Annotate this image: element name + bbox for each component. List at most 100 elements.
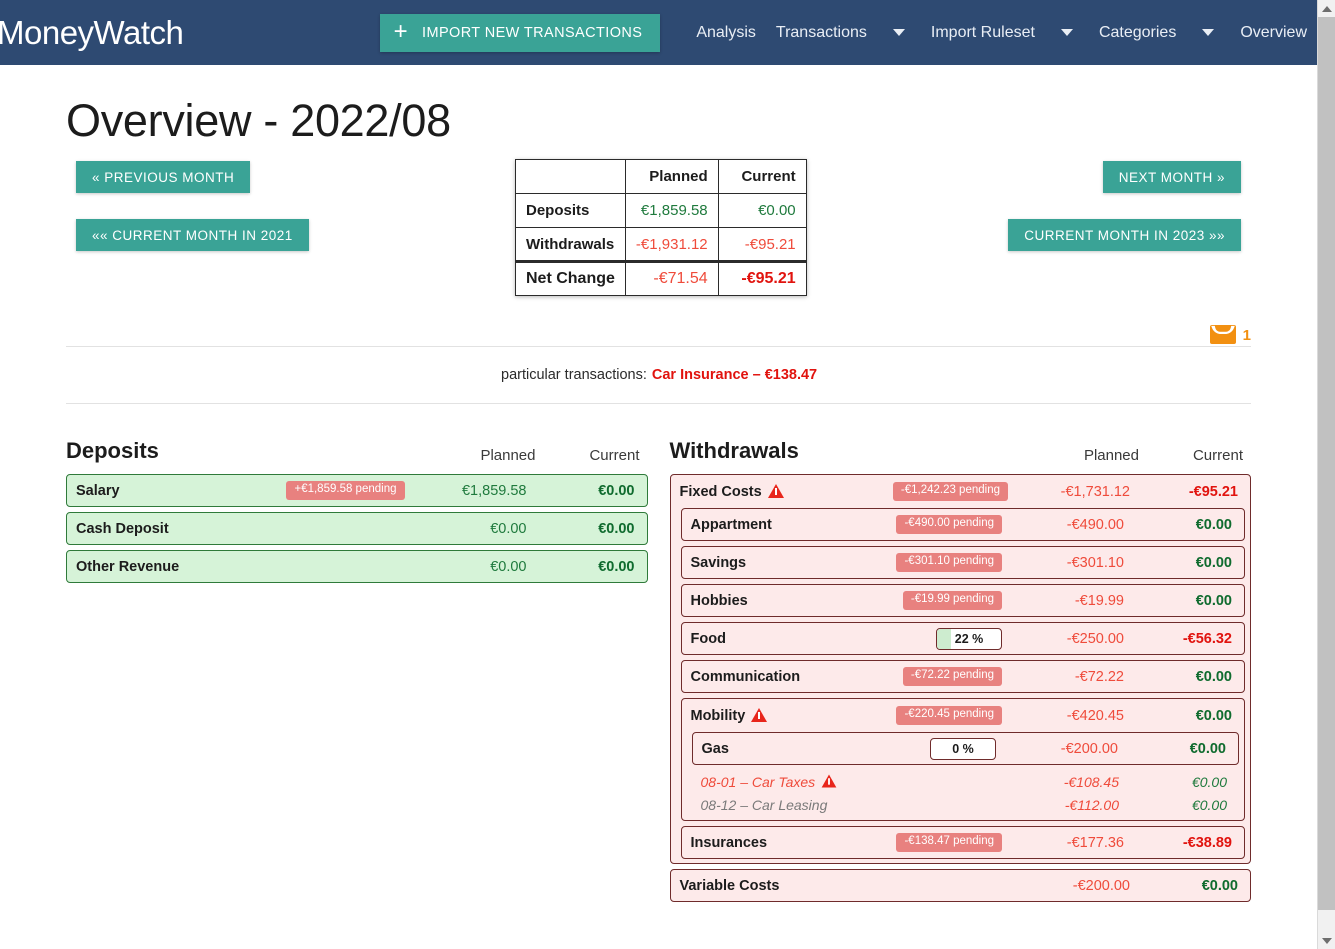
deposits-header: Deposits Planned Current [66, 424, 648, 464]
withdrawal-current-gas: €0.00 [1189, 740, 1226, 757]
withdrawal-planned-hobbies: -€19.99 [1074, 592, 1124, 609]
withdrawals-col-planned: Planned [1083, 447, 1139, 464]
chevron-down-icon-categories[interactable] [1202, 29, 1215, 36]
mail-count-badge: 1 [1242, 327, 1251, 344]
summary-label-withdrawals: Withdrawals [515, 227, 626, 262]
badge-wrap-fixed-costs: -€1,242.23 pending [784, 482, 1018, 501]
withdrawals-title: Withdrawals [669, 438, 799, 463]
chevron-down-icon [1322, 937, 1332, 944]
deposit-current-other-revenue: €0.00 [598, 558, 635, 575]
withdrawal-row-mobility[interactable]: Mobility -€220.45 pending -€420.45 €0.00 [682, 699, 1245, 732]
month-navigation-row: « PREVIOUS MONTH «« CURRENT MONTH IN 202… [0, 159, 1317, 321]
particular-transactions-row: particular transactions: Car Insurance –… [66, 347, 1251, 404]
chevron-down-icon-import-ruleset[interactable] [1060, 29, 1073, 36]
withdrawal-name-communication: Communication [690, 668, 801, 685]
vertical-scrollbar[interactable] [1317, 0, 1335, 949]
next-month-button[interactable]: NEXT MONTH » [1102, 161, 1241, 193]
withdrawal-planned-food: -€250.00 [1066, 630, 1124, 647]
summary-label-deposits: Deposits [515, 193, 626, 228]
withdrawal-current-appartment: €0.00 [1195, 516, 1232, 533]
withdrawal-row-fixed-costs[interactable]: Fixed Costs -€1,242.23 pending -€1,731.1… [671, 475, 1251, 508]
pending-badge: -€301.10 pending [896, 553, 1002, 572]
nav-item-categories[interactable]: Categories [1089, 24, 1186, 42]
withdrawal-planned-mobility: -€420.45 [1066, 707, 1124, 724]
summary-label-net-change: Net Change [515, 260, 626, 296]
withdrawal-row-communication[interactable]: Communication -€72.22 pending -€72.22 €0… [680, 660, 1245, 693]
scroll-up-button[interactable] [1318, 0, 1335, 17]
deposit-planned-salary: €1,859.58 [461, 482, 527, 499]
import-button-label: IMPORT NEW TRANSACTIONS [422, 24, 643, 41]
transaction-planned-car-leasing: -€112.00 [1064, 796, 1119, 813]
deposit-name-salary: Salary [76, 482, 120, 499]
import-new-transactions-button[interactable]: + IMPORT NEW TRANSACTIONS [379, 13, 661, 52]
summary-row-withdrawals: Withdrawals -€1,931.12 -€95.21 [515, 227, 807, 262]
withdrawal-planned-savings: -€301.10 [1066, 554, 1124, 571]
summary-row-deposits: Deposits €1,859.58 €0.00 [515, 193, 807, 228]
nav-item-analysis[interactable]: Analysis [686, 24, 766, 42]
transaction-name-car-leasing: 08-12 – Car Leasing [700, 796, 828, 813]
withdrawal-name-food: Food [690, 630, 726, 647]
withdrawal-group-fixed-costs: Fixed Costs -€1,242.23 pending -€1,731.1… [669, 474, 1251, 864]
withdrawal-row-hobbies[interactable]: Hobbies -€19.99 pending -€19.99 €0.00 [680, 584, 1245, 617]
brand-logo[interactable]: MoneyWatch [0, 14, 184, 52]
withdrawal-row-appartment[interactable]: Appartment -€490.00 pending -€490.00 €0.… [680, 508, 1245, 541]
pending-badge: -€19.99 pending [902, 591, 1002, 610]
warning-icon [821, 774, 837, 787]
main-content: Overview - 2022/08 « PREVIOUS MONTH «« C… [0, 65, 1317, 907]
summary-net-current: -€95.21 [717, 260, 807, 296]
withdrawals-column: Withdrawals Planned Current Fixed Costs … [669, 424, 1252, 907]
withdrawal-current-savings: €0.00 [1195, 554, 1232, 571]
nav-item-transactions[interactable]: Transactions [766, 24, 877, 42]
warning-icon [751, 707, 768, 722]
chevron-up-icon [1322, 5, 1332, 12]
withdrawal-row-variable-costs[interactable]: Variable Costs -€200.00 €0.00 [669, 869, 1251, 902]
badge-wrap-communication: -€72.22 pending [800, 667, 1012, 686]
previous-month-button[interactable]: « PREVIOUS MONTH [76, 161, 251, 193]
summary-withdrawals-planned: -€1,931.12 [624, 227, 719, 262]
nav-item-import-ruleset[interactable]: Import Ruleset [921, 24, 1045, 42]
transaction-name-car-taxes: 08-01 – Car Taxes [700, 773, 816, 790]
deposit-row-salary[interactable]: Salary +€1,859.58 pending €1,859.58 €0.0… [66, 474, 648, 507]
transaction-row-car-taxes[interactable]: 08-01 – Car Taxes -€108.45 €0.00 [692, 770, 1240, 793]
withdrawal-name-variable-costs: Variable Costs [679, 877, 780, 894]
pending-badge: -€220.45 pending [896, 706, 1002, 725]
current-month-next-year-button[interactable]: CURRENT MONTH IN 2023 »» [1008, 219, 1241, 251]
mail-row: 1 [66, 321, 1251, 347]
deposit-row-other-revenue[interactable]: Other Revenue €0.00 €0.00 [66, 550, 648, 583]
withdrawals-header: Withdrawals Planned Current [670, 424, 1252, 464]
deposits-title: Deposits [66, 438, 159, 463]
withdrawal-row-insurances[interactable]: Insurances -€138.47 pending -€177.36 -€3… [680, 826, 1245, 859]
fixed-costs-children: Appartment -€490.00 pending -€490.00 €0.… [671, 508, 1251, 859]
chevron-down-icon-transactions[interactable] [892, 29, 905, 36]
particular-transactions-label: particular transactions: [501, 367, 647, 383]
deposit-row-cash-deposit[interactable]: Cash Deposit €0.00 €0.00 [66, 512, 648, 545]
deposits-col-current: Current [589, 447, 640, 464]
withdrawal-current-hobbies: €0.00 [1195, 592, 1232, 609]
envelope-icon[interactable] [1209, 325, 1236, 344]
pending-badge: -€490.00 pending [896, 515, 1002, 534]
withdrawal-planned-communication: -€72.22 [1074, 668, 1124, 685]
scroll-down-button[interactable] [1318, 932, 1335, 949]
transaction-current-car-taxes: €0.00 [1191, 773, 1227, 790]
deposits-column: Deposits Planned Current Salary +€1,859.… [66, 424, 648, 907]
withdrawal-name-fixed-costs-wrap: Fixed Costs [680, 483, 784, 500]
withdrawal-planned-appartment: -€490.00 [1066, 516, 1124, 533]
current-month-previous-year-button[interactable]: «« CURRENT MONTH IN 2021 [76, 219, 309, 251]
nav-links: Analysis Transactions Import Ruleset Cat… [686, 24, 1317, 42]
deposit-name-other-revenue: Other Revenue [76, 558, 180, 575]
badge-wrap-savings: -€301.10 pending [746, 553, 1012, 572]
scrollbar-thumb[interactable] [1318, 17, 1335, 910]
withdrawal-row-food[interactable]: Food 22 % -€250.00 -€56.32 [680, 622, 1245, 655]
withdrawal-name-gas: Gas [701, 740, 729, 757]
withdrawal-row-savings[interactable]: Savings -€301.10 pending -€301.10 €0.00 [680, 546, 1245, 579]
pending-badge: -€138.47 pending [896, 833, 1002, 852]
transaction-row-car-leasing[interactable]: 08-12 – Car Leasing -€112.00 €0.00 [692, 793, 1240, 816]
nav-item-overview[interactable]: Overview [1230, 24, 1317, 42]
withdrawal-row-gas[interactable]: Gas 0 % -€200.00 €0.00 [691, 732, 1239, 765]
withdrawal-planned-insurances: -€177.36 [1066, 834, 1124, 851]
withdrawal-name-insurances: Insurances [690, 834, 768, 851]
badge-wrap-mobility: -€220.45 pending [767, 706, 1012, 725]
progress-bar-gas: 0 % [930, 737, 996, 760]
withdrawal-current-insurances: -€38.89 [1182, 834, 1232, 851]
particular-transactions-value[interactable]: Car Insurance – €138.47 [652, 367, 817, 383]
